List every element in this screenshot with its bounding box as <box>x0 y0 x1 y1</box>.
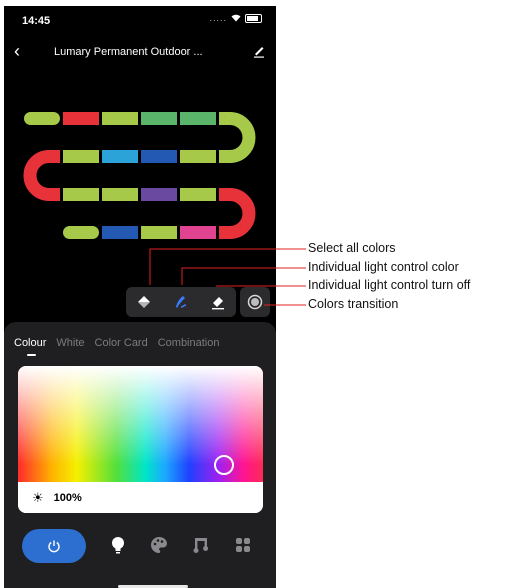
strip-bend <box>219 112 256 163</box>
phone-screen: 14:45 ..... ‹ Lumary Permanent Outdoor .… <box>4 6 276 588</box>
light-strip-preview[interactable] <box>4 6 276 256</box>
annotation-colors-transition: Colors transition <box>308 297 399 311</box>
edit-toolbar <box>126 287 236 317</box>
eraser-icon[interactable] <box>207 291 229 313</box>
colors-transition-icon <box>247 294 263 310</box>
brightness-row[interactable]: ☀ 100% <box>18 482 263 513</box>
strip-segment <box>141 188 177 201</box>
scenes-grid-icon[interactable] <box>233 535 253 555</box>
strip-segment <box>180 112 216 125</box>
sun-icon: ☀ <box>32 489 44 505</box>
strip-bend <box>23 150 60 201</box>
strip-segment <box>102 112 138 125</box>
control-panel: Colour White Color Card Combination ☀ 10… <box>4 322 276 588</box>
annotation-individual-color: Individual light control color <box>308 260 459 274</box>
strip-segment <box>63 188 99 201</box>
strip-segment <box>141 150 177 163</box>
strip-segment <box>141 112 177 125</box>
strip-segment <box>180 150 216 163</box>
annotation-individual-off: Individual light control turn off <box>308 278 471 292</box>
strip-segment <box>63 226 99 239</box>
tab-white[interactable]: White <box>56 337 84 349</box>
music-icon[interactable] <box>191 535 211 555</box>
strip-segment <box>24 112 60 125</box>
mode-tabs: Colour White Color Card Combination <box>14 337 220 356</box>
strip-segment <box>63 112 99 125</box>
strip-bend <box>219 188 256 239</box>
color-picker[interactable]: ☀ 100% <box>18 366 263 513</box>
brush-icon[interactable] <box>170 291 192 313</box>
color-picker-handle[interactable] <box>214 455 234 475</box>
bulb-icon[interactable] <box>108 535 128 555</box>
tab-combination[interactable]: Combination <box>158 337 220 349</box>
strip-segment <box>180 188 216 201</box>
strip-segment <box>63 150 99 163</box>
annotation-select-all-colors: Select all colors <box>308 241 396 255</box>
strip-segment <box>102 188 138 201</box>
palette-icon[interactable] <box>149 535 169 555</box>
power-button[interactable] <box>22 529 86 563</box>
strip-segment <box>180 226 216 239</box>
strip-segment <box>102 226 138 239</box>
fill-bucket-icon[interactable] <box>133 291 155 313</box>
tab-colour[interactable]: Colour <box>14 337 46 356</box>
brightness-value: 100% <box>53 491 82 504</box>
tab-color-card[interactable]: Color Card <box>95 337 148 349</box>
strip-segment <box>141 226 177 239</box>
strip-segment <box>102 150 138 163</box>
colors-transition-button[interactable] <box>240 287 270 317</box>
bottom-nav <box>4 527 276 567</box>
power-icon <box>48 540 60 553</box>
